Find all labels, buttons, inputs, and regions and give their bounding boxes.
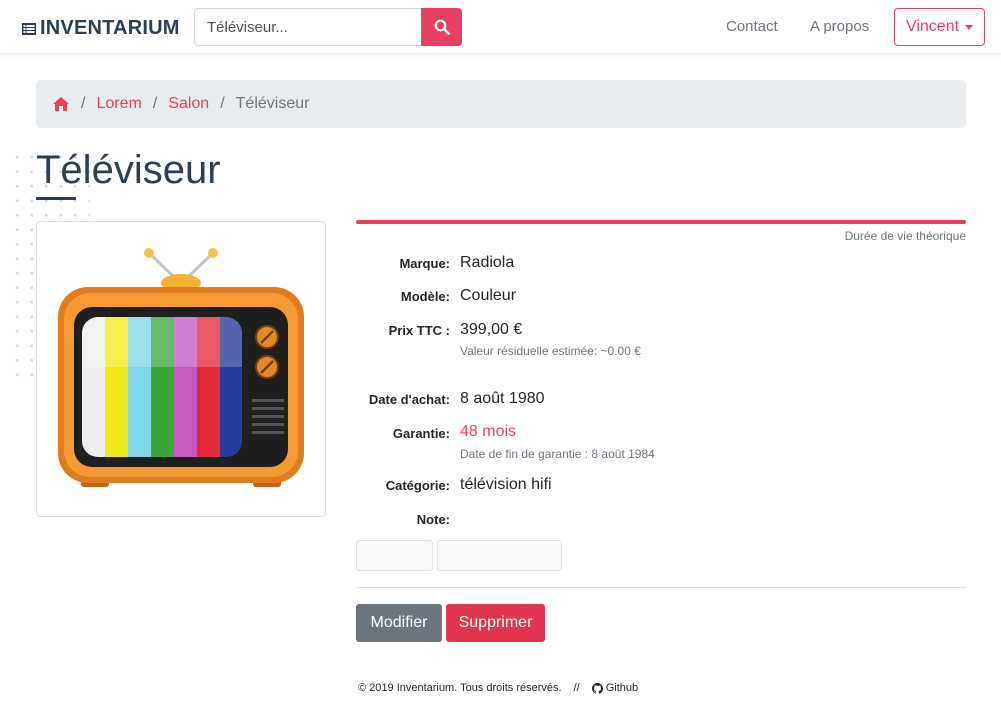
footer-separator: // [573,682,580,694]
breadcrumb-separator: / [81,95,86,112]
page-title: Téléviseur [36,148,221,192]
warranty-value: 48 mois [460,423,517,440]
search-icon [434,19,450,35]
model-value: Couleur [460,287,517,304]
home-icon[interactable] [52,96,70,112]
purchase-date-label: Date d'achat: [368,392,450,407]
breadcrumb-separator: / [152,95,158,112]
search-form [194,8,462,46]
lifespan-label: Durée de vie théorique [844,229,966,243]
search-input[interactable] [194,8,421,46]
television-image [58,248,304,487]
warranty-end-date: Date de fin de garantie : 8 août 1984 [460,447,655,461]
price-label: Prix TTC : [388,323,450,338]
nav-about-link[interactable]: A propos [810,18,869,35]
title-underline [36,197,76,200]
breadcrumb-lorem[interactable]: Lorem [96,95,141,113]
breadcrumb: / Lorem / Salon / Téléviseur [36,80,966,128]
brand-value: Radiola [460,254,515,271]
footer: © 2019 Inventarium. Tous droits réservés… [358,682,638,694]
nav-contact-link[interactable]: Contact [726,18,778,35]
purchase-date-value: 8 août 1980 [460,390,545,407]
warranty-label: Garantie: [392,426,450,441]
category-label: Catégorie: [385,478,450,493]
note-label: Note: [416,512,450,527]
brand[interactable]: INVENTARIUM [22,17,180,40]
price-value: 399,00 € [460,321,523,338]
category-value: télévision hifi [460,476,552,493]
brand-label: Marque: [399,256,450,271]
divider [356,587,966,588]
copyright-text: © 2019 Inventarium. Tous droits réservés… [358,682,562,694]
github-icon [591,682,603,694]
brand-name: INVENTARIUM [40,17,180,39]
edit-button[interactable]: Modifier [356,604,442,642]
product-image-card [36,221,326,517]
list-icon [22,22,36,35]
caret-down-icon [965,24,974,30]
model-label: Modèle: [400,289,450,304]
search-button[interactable] [421,8,462,46]
breadcrumb-separator: / [220,95,225,112]
navbar: INVENTARIUM Contact A propos Vincent [0,0,1001,54]
user-name: Vincent [905,18,960,35]
note-field-1[interactable] [356,540,433,571]
user-menu-button[interactable]: Vincent [894,8,985,46]
breadcrumb-salon[interactable]: Salon [168,95,209,113]
breadcrumb-current: Téléviseur [235,95,310,112]
lifespan-progress-bar [356,220,966,224]
note-field-2[interactable] [437,540,562,571]
github-link[interactable]: Github [591,682,639,694]
delete-button[interactable]: Supprimer [446,604,545,642]
github-label: Github [605,682,639,694]
residual-value: Valeur résiduelle estimée: ~0.00 € [460,344,641,358]
